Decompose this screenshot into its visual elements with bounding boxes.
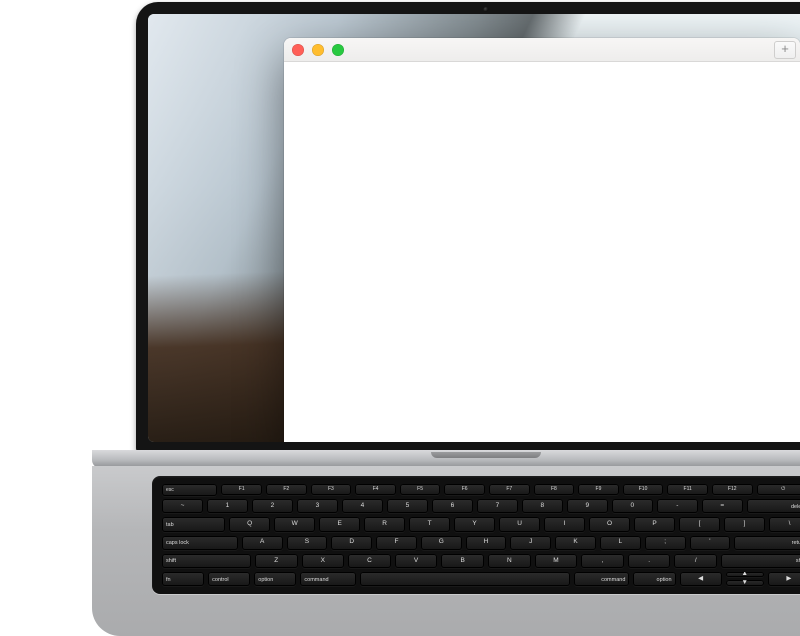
- key-arrow-up[interactable]: ▲: [726, 572, 764, 578]
- key-w[interactable]: W: [274, 517, 315, 531]
- key-control[interactable]: control: [208, 572, 250, 586]
- webcam-icon: [484, 7, 489, 12]
- keyboard-row-fn: esc F1 F2 F3 F4 F5 F6 F7 F8 F9 F10 F11 F…: [162, 484, 800, 495]
- key-option-left[interactable]: option: [254, 572, 296, 586]
- app-window: +: [284, 38, 800, 442]
- new-tab-button[interactable]: +: [774, 41, 796, 59]
- laptop-deck: esc F1 F2 F3 F4 F5 F6 F7 F8 F9 F10 F11 F…: [92, 466, 800, 636]
- key-q[interactable]: Q: [229, 517, 270, 531]
- laptop-display: +: [148, 14, 800, 442]
- key-period[interactable]: .: [628, 554, 671, 568]
- key-tab[interactable]: tab: [162, 517, 225, 531]
- key-i[interactable]: I: [544, 517, 585, 531]
- key-c[interactable]: C: [348, 554, 391, 568]
- key-f9[interactable]: F9: [578, 484, 619, 495]
- key-command-right[interactable]: command: [574, 572, 630, 586]
- key-delete[interactable]: delete: [747, 499, 800, 513]
- key-option-right[interactable]: option: [633, 572, 675, 586]
- key-r[interactable]: R: [364, 517, 405, 531]
- key-g[interactable]: G: [421, 536, 462, 550]
- key-5[interactable]: 5: [387, 499, 428, 513]
- key-d[interactable]: D: [331, 536, 372, 550]
- key-9[interactable]: 9: [567, 499, 608, 513]
- key-3[interactable]: 3: [297, 499, 338, 513]
- key-f8[interactable]: F8: [534, 484, 575, 495]
- key-t[interactable]: T: [409, 517, 450, 531]
- key-rbracket[interactable]: ]: [724, 517, 765, 531]
- key-s[interactable]: S: [287, 536, 328, 550]
- key-o[interactable]: O: [589, 517, 630, 531]
- key-0[interactable]: 0: [612, 499, 653, 513]
- keyboard: esc F1 F2 F3 F4 F5 F6 F7 F8 F9 F10 F11 F…: [152, 476, 800, 594]
- window-titlebar[interactable]: +: [284, 38, 800, 62]
- key-quote[interactable]: ': [690, 536, 731, 550]
- keyboard-row-5: fn control option command command option…: [162, 572, 800, 586]
- laptop-screen-frame: +: [136, 2, 800, 454]
- key-h[interactable]: H: [466, 536, 507, 550]
- key-arrow-right[interactable]: ▶: [768, 572, 800, 586]
- key-7[interactable]: 7: [477, 499, 518, 513]
- key-f3[interactable]: F3: [311, 484, 352, 495]
- key-power[interactable]: ⏻: [757, 484, 800, 495]
- key-m[interactable]: M: [535, 554, 578, 568]
- key-equals[interactable]: =: [702, 499, 743, 513]
- key-shift-right[interactable]: shift: [721, 554, 800, 568]
- window-controls: [292, 44, 344, 56]
- key-1[interactable]: 1: [207, 499, 248, 513]
- key-2[interactable]: 2: [252, 499, 293, 513]
- key-6[interactable]: 6: [432, 499, 473, 513]
- key-4[interactable]: 4: [342, 499, 383, 513]
- key-grave[interactable]: ~: [162, 499, 203, 513]
- key-return[interactable]: return: [734, 536, 800, 550]
- keyboard-row-1: ~ 1 2 3 4 5 6 7 8 9 0 - = delete: [162, 499, 800, 513]
- key-minus[interactable]: -: [657, 499, 698, 513]
- key-l[interactable]: L: [600, 536, 641, 550]
- key-space[interactable]: [360, 572, 570, 586]
- key-u[interactable]: U: [499, 517, 540, 531]
- key-k[interactable]: K: [555, 536, 596, 550]
- key-p[interactable]: P: [634, 517, 675, 531]
- key-y[interactable]: Y: [454, 517, 495, 531]
- keyboard-row-3: caps lock A S D F G H J K L ; ' return: [162, 536, 800, 550]
- key-e[interactable]: E: [319, 517, 360, 531]
- key-capslock[interactable]: caps lock: [162, 536, 238, 550]
- key-8[interactable]: 8: [522, 499, 563, 513]
- window-content: [284, 62, 800, 442]
- key-f2[interactable]: F2: [266, 484, 307, 495]
- key-fn[interactable]: fn: [162, 572, 204, 586]
- key-shift-left[interactable]: shift: [162, 554, 251, 568]
- key-f11[interactable]: F11: [667, 484, 708, 495]
- key-b[interactable]: B: [441, 554, 484, 568]
- key-arrow-down[interactable]: ▼: [726, 580, 764, 586]
- key-slash[interactable]: /: [674, 554, 717, 568]
- key-x[interactable]: X: [302, 554, 345, 568]
- minimize-button[interactable]: [312, 44, 324, 56]
- key-n[interactable]: N: [488, 554, 531, 568]
- laptop-mockup: + esc F1 F2 F3 F4 F5 F6 F7 F8 F9 F10 F11…: [136, 0, 800, 600]
- key-lbracket[interactable]: [: [679, 517, 720, 531]
- key-f4[interactable]: F4: [355, 484, 396, 495]
- key-f[interactable]: F: [376, 536, 417, 550]
- key-command-left[interactable]: command: [300, 572, 356, 586]
- keyboard-row-4: shift Z X C V B N M , . / shift: [162, 554, 800, 568]
- maximize-button[interactable]: [332, 44, 344, 56]
- key-f6[interactable]: F6: [444, 484, 485, 495]
- key-f10[interactable]: F10: [623, 484, 664, 495]
- key-esc[interactable]: esc: [162, 484, 217, 496]
- close-button[interactable]: [292, 44, 304, 56]
- key-z[interactable]: Z: [255, 554, 298, 568]
- key-semicolon[interactable]: ;: [645, 536, 686, 550]
- key-arrow-left[interactable]: ◀: [680, 572, 722, 586]
- key-j[interactable]: J: [510, 536, 551, 550]
- key-f7[interactable]: F7: [489, 484, 530, 495]
- key-a[interactable]: A: [242, 536, 283, 550]
- keyboard-row-2: tab Q W E R T Y U I O P [ ] \: [162, 517, 800, 531]
- key-comma[interactable]: ,: [581, 554, 624, 568]
- key-v[interactable]: V: [395, 554, 438, 568]
- key-f12[interactable]: F12: [712, 484, 753, 495]
- key-f5[interactable]: F5: [400, 484, 441, 495]
- key-backslash[interactable]: \: [769, 517, 800, 531]
- key-f1[interactable]: F1: [221, 484, 262, 495]
- key-arrow-updown: ▲ ▼: [726, 572, 764, 586]
